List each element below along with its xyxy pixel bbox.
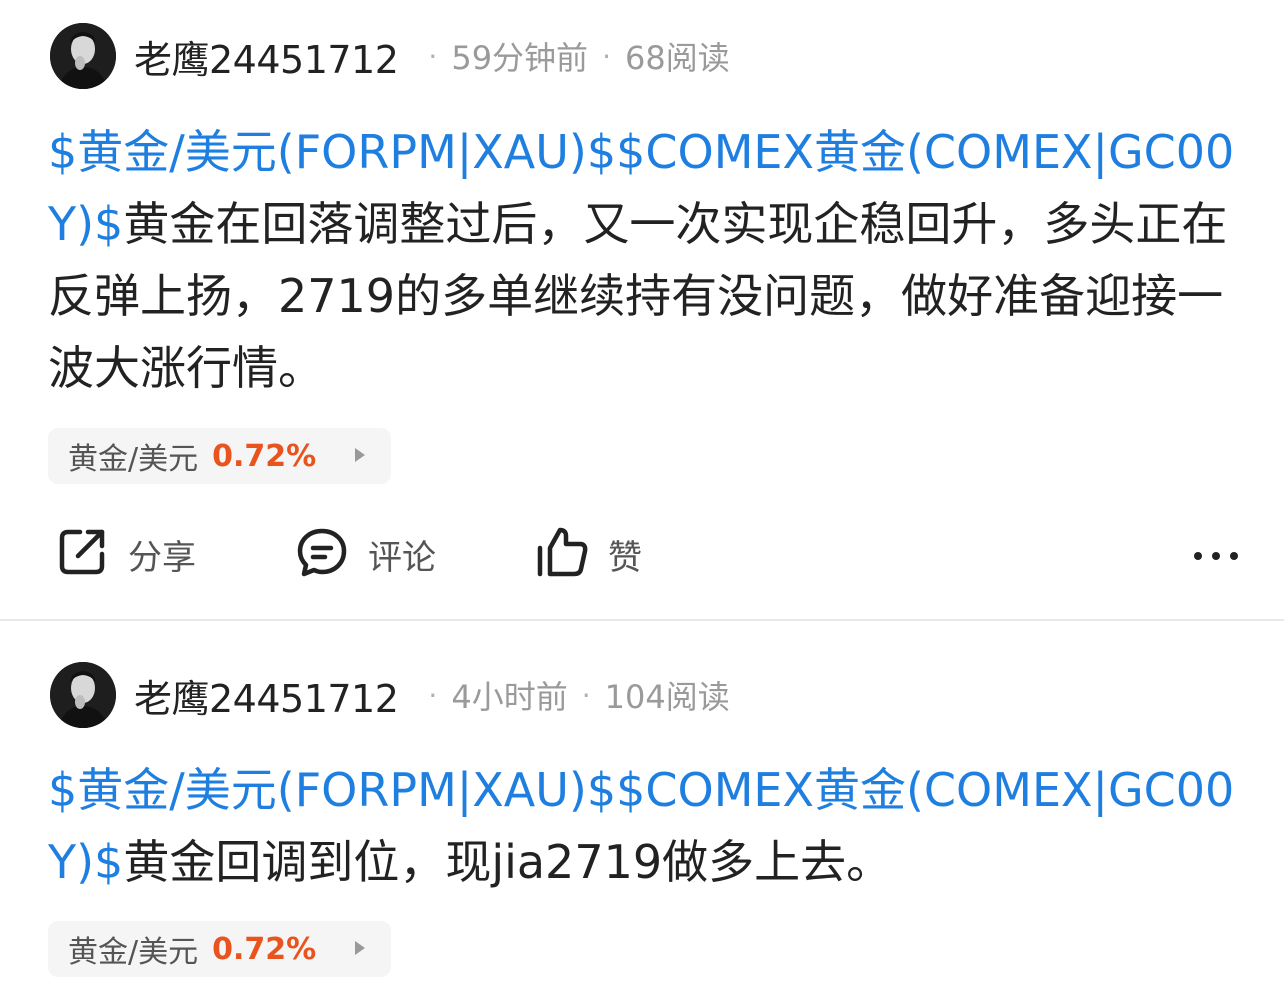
author-name[interactable]: 老鹰24451712 xyxy=(134,668,399,723)
meta-separator: · xyxy=(602,39,611,73)
author-name[interactable]: 老鹰24451712 xyxy=(134,29,399,84)
stock-name: 黄金/美元 xyxy=(68,442,199,477)
share-button[interactable]: 分享 xyxy=(54,524,196,584)
thumbs-up-icon xyxy=(534,524,590,584)
post-header: 老鹰24451712 · 59分钟前 · 68阅读 xyxy=(50,21,730,91)
more-icon xyxy=(1192,530,1240,586)
triangle-right-icon xyxy=(355,941,365,955)
stock-chip[interactable]: 黄金/美元 0.72% xyxy=(48,921,391,977)
post-text: 黄金在回落调整过后，又一次实现企稳回升，多头正在反弹上扬，2719的多单继续持有… xyxy=(48,197,1228,395)
post-header: 老鹰24451712 · 4小时前 · 104阅读 xyxy=(50,660,730,730)
action-bar: 分享 评论 赞 xyxy=(50,524,1240,584)
post-meta: · 4小时前 · 104阅读 xyxy=(414,672,729,718)
share-label: 分享 xyxy=(128,537,196,578)
triangle-right-icon xyxy=(355,448,365,462)
like-label: 赞 xyxy=(608,537,642,578)
post-text: 黄金回调到位，现jia2719做多上去。 xyxy=(123,835,893,889)
post-card[interactable]: 老鹰24451712 · 59分钟前 · 68阅读 $黄金/美元(FORPM|X… xyxy=(0,0,1284,620)
meta-separator: · xyxy=(428,678,438,712)
post-content[interactable]: $黄金/美元(FORPM|XAU)$$COMEX黄金(COMEX|GC00Y)$… xyxy=(48,116,1248,404)
meta-separator: · xyxy=(581,678,591,712)
post-time: 4小时前 xyxy=(451,678,568,716)
more-button[interactable] xyxy=(1192,528,1240,588)
avatar[interactable] xyxy=(50,23,116,89)
avatar[interactable] xyxy=(50,662,116,728)
read-count: 68阅读 xyxy=(624,39,730,77)
post-content[interactable]: $黄金/美元(FORPM|XAU)$$COMEX黄金(COMEX|GC00Y)$… xyxy=(48,754,1248,898)
comment-label: 评论 xyxy=(368,537,436,578)
comment-icon xyxy=(294,524,350,584)
like-button[interactable]: 赞 xyxy=(534,524,642,584)
share-icon xyxy=(54,524,110,584)
post-card[interactable]: 老鹰24451712 · 4小时前 · 104阅读 $黄金/美元(FORPM|X… xyxy=(0,621,1284,996)
read-count: 104阅读 xyxy=(604,678,730,716)
post-time: 59分钟前 xyxy=(451,39,589,77)
stock-name: 黄金/美元 xyxy=(68,935,199,970)
stock-chip[interactable]: 黄金/美元 0.72% xyxy=(48,428,391,484)
stock-change: 0.72% xyxy=(212,931,317,967)
meta-separator: · xyxy=(428,39,438,73)
stock-change: 0.72% xyxy=(212,438,317,474)
post-meta: · 59分钟前 · 68阅读 xyxy=(414,33,729,79)
comment-button[interactable]: 评论 xyxy=(294,524,436,584)
